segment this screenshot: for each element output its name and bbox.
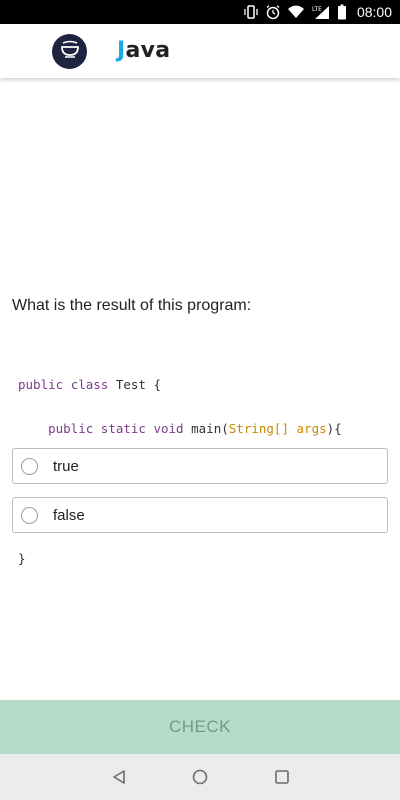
answer-option-true[interactable]: true [12, 448, 388, 484]
status-bar: LTE 08:00 [0, 0, 400, 24]
app-bar: Java [0, 24, 400, 78]
cup-icon [60, 40, 80, 63]
code-token: args [296, 420, 327, 436]
app-logo[interactable] [52, 34, 87, 69]
navigation-bar [0, 754, 400, 800]
code-token: Test [115, 377, 146, 392]
answer-option-false[interactable]: false [12, 497, 388, 533]
home-icon[interactable] [189, 766, 211, 788]
code-line: public class Test { [18, 377, 342, 393]
radio-button[interactable] [21, 458, 38, 475]
lte-label: LTE [312, 6, 322, 13]
wifi-icon [287, 0, 305, 24]
code-token: main [191, 420, 222, 436]
status-time: 08:00 [356, 4, 392, 20]
code-token: ( [221, 420, 229, 436]
check-button[interactable]: CHECK [0, 700, 400, 754]
code-token: class [70, 377, 109, 392]
code-token: static [100, 420, 146, 436]
app-title-rest: ava [125, 38, 171, 63]
question-prompt: What is the result of this program: [12, 297, 252, 314]
battery-icon [337, 0, 347, 24]
app-title-initial: J [117, 38, 126, 63]
code-token: { [153, 377, 162, 392]
app-title: Java [117, 38, 170, 63]
back-icon[interactable] [108, 766, 130, 788]
lte-signal-icon: LTE [311, 0, 331, 24]
code-token: String [228, 420, 274, 436]
code-token: ] [281, 420, 289, 436]
code-token: void [153, 420, 184, 436]
code-token: { [334, 420, 342, 436]
answer-option-label: false [53, 507, 85, 524]
code-line: public static void main(String[] args){ [18, 420, 342, 437]
alarm-icon [265, 0, 281, 24]
code-token: public [18, 377, 64, 392]
radio-button[interactable] [21, 507, 38, 524]
code-line: } [18, 551, 342, 567]
recents-icon[interactable] [271, 766, 293, 788]
answer-option-label: true [53, 458, 79, 475]
code-token: public [48, 420, 94, 436]
vibrate-icon [243, 0, 259, 24]
code-token: } [18, 551, 26, 566]
